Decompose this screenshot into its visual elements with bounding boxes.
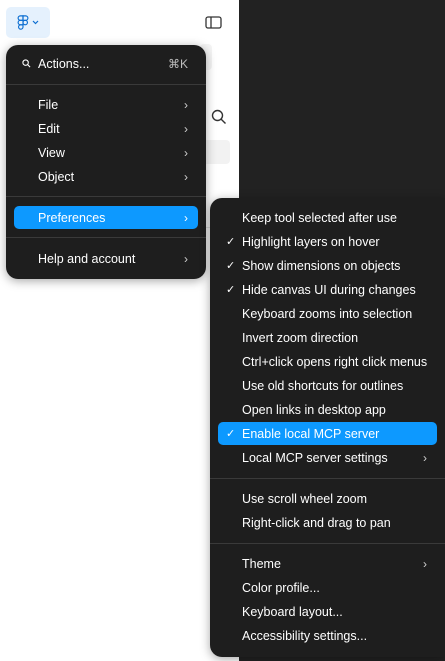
- chevron-right-icon: ›: [184, 210, 188, 225]
- menu-item-help-and-account[interactable]: Help and account ›: [14, 247, 198, 270]
- menu-item-label: View: [38, 145, 65, 160]
- menu-separator: [6, 237, 206, 238]
- menu-item-preferences[interactable]: Preferences ›: [14, 206, 198, 229]
- pref-enable-local-mcp-server[interactable]: ✓ Enable local MCP server: [218, 422, 437, 445]
- main-menu-button[interactable]: [6, 7, 50, 38]
- menu-item-label: Keyboard zooms into selection: [242, 306, 413, 321]
- sidebar-toggle-icon[interactable]: [204, 14, 224, 32]
- menu-item-label: Use scroll wheel zoom: [242, 491, 368, 506]
- menu-separator: [6, 196, 206, 197]
- chevron-right-icon: ›: [184, 145, 188, 160]
- menu-item-label: Preferences: [38, 210, 106, 225]
- menu-item-label: Show dimensions on objects: [242, 258, 401, 273]
- chevron-right-icon: ›: [184, 121, 188, 136]
- checkmark-icon: ✓: [226, 260, 236, 272]
- preferences-submenu: Keep tool selected after use ✓ Highlight…: [210, 198, 445, 657]
- chevron-down-icon: [32, 20, 39, 25]
- pref-accessibility-settings[interactable]: Accessibility settings...: [218, 624, 437, 647]
- figma-logo-icon: [17, 14, 29, 30]
- pref-show-dimensions[interactable]: ✓ Show dimensions on objects: [218, 254, 437, 277]
- menu-item-label: Color profile...: [242, 580, 320, 595]
- pref-local-mcp-server-settings[interactable]: Local MCP server settings ›: [218, 446, 437, 469]
- menu-item-label: Keyboard layout...: [242, 604, 343, 619]
- menu-item-label: Highlight layers on hover: [242, 234, 380, 249]
- actions-search-item[interactable]: Actions... ⌘K: [14, 52, 198, 75]
- chevron-right-icon: ›: [184, 251, 188, 266]
- checkmark-icon: ✓: [226, 428, 236, 440]
- chevron-right-icon: ›: [184, 169, 188, 184]
- menu-separator: [210, 478, 445, 479]
- menu-item-label: Enable local MCP server: [242, 426, 380, 441]
- menu-item-label: Ctrl+click opens right click menus: [242, 354, 428, 369]
- pref-invert-zoom[interactable]: Invert zoom direction: [218, 326, 437, 349]
- actions-label: Actions...: [38, 56, 90, 71]
- pref-theme[interactable]: Theme ›: [218, 552, 437, 575]
- checkmark-icon: ✓: [226, 236, 236, 248]
- pref-ctrl-click-menus[interactable]: Ctrl+click opens right click menus: [218, 350, 437, 373]
- menu-separator: [210, 543, 445, 544]
- menu-item-label: File: [38, 97, 59, 112]
- menu-item-label: Use old shortcuts for outlines: [242, 378, 404, 393]
- main-menu: Actions... ⌘K File › Edit › View › Objec…: [6, 45, 206, 279]
- pref-keyboard-zooms[interactable]: Keyboard zooms into selection: [218, 302, 437, 325]
- menu-item-view[interactable]: View ›: [14, 141, 198, 164]
- checkmark-icon: ✓: [226, 284, 236, 296]
- menu-item-label: Help and account: [38, 251, 136, 266]
- actions-shortcut: ⌘K: [167, 56, 188, 71]
- menu-item-label: Open links in desktop app: [242, 402, 386, 417]
- pref-keyboard-layout[interactable]: Keyboard layout...: [218, 600, 437, 623]
- menu-item-label: Accessibility settings...: [242, 628, 368, 643]
- menu-item-edit[interactable]: Edit ›: [14, 117, 198, 140]
- pref-keep-tool-selected[interactable]: Keep tool selected after use: [218, 206, 437, 229]
- menu-item-label: Keep tool selected after use: [242, 210, 397, 225]
- menu-item-label: Local MCP server settings: [242, 450, 388, 465]
- search-icon[interactable]: [210, 108, 228, 126]
- menu-item-file[interactable]: File ›: [14, 93, 198, 116]
- chevron-right-icon: ›: [184, 97, 188, 112]
- pref-highlight-layers-on-hover[interactable]: ✓ Highlight layers on hover: [218, 230, 437, 253]
- pref-hide-canvas-ui[interactable]: ✓ Hide canvas UI during changes: [218, 278, 437, 301]
- pref-open-links-desktop[interactable]: Open links in desktop app: [218, 398, 437, 421]
- menu-item-label: Object: [38, 169, 75, 184]
- pref-old-outline-shortcuts[interactable]: Use old shortcuts for outlines: [218, 374, 437, 397]
- menu-item-label: Right-click and drag to pan: [242, 515, 391, 530]
- menu-item-label: Invert zoom direction: [242, 330, 359, 345]
- menu-separator: [6, 84, 206, 85]
- pref-color-profile[interactable]: Color profile...: [218, 576, 437, 599]
- menu-item-label: Edit: [38, 121, 60, 136]
- menu-item-label: Hide canvas UI during changes: [242, 282, 416, 297]
- chevron-right-icon: ›: [423, 556, 427, 571]
- pref-right-click-drag-pan[interactable]: Right-click and drag to pan: [218, 511, 437, 534]
- menu-item-object[interactable]: Object ›: [14, 165, 198, 188]
- menu-item-label: Theme: [242, 556, 281, 571]
- pref-scroll-wheel-zoom[interactable]: Use scroll wheel zoom: [218, 487, 437, 510]
- chevron-right-icon: ›: [423, 450, 427, 465]
